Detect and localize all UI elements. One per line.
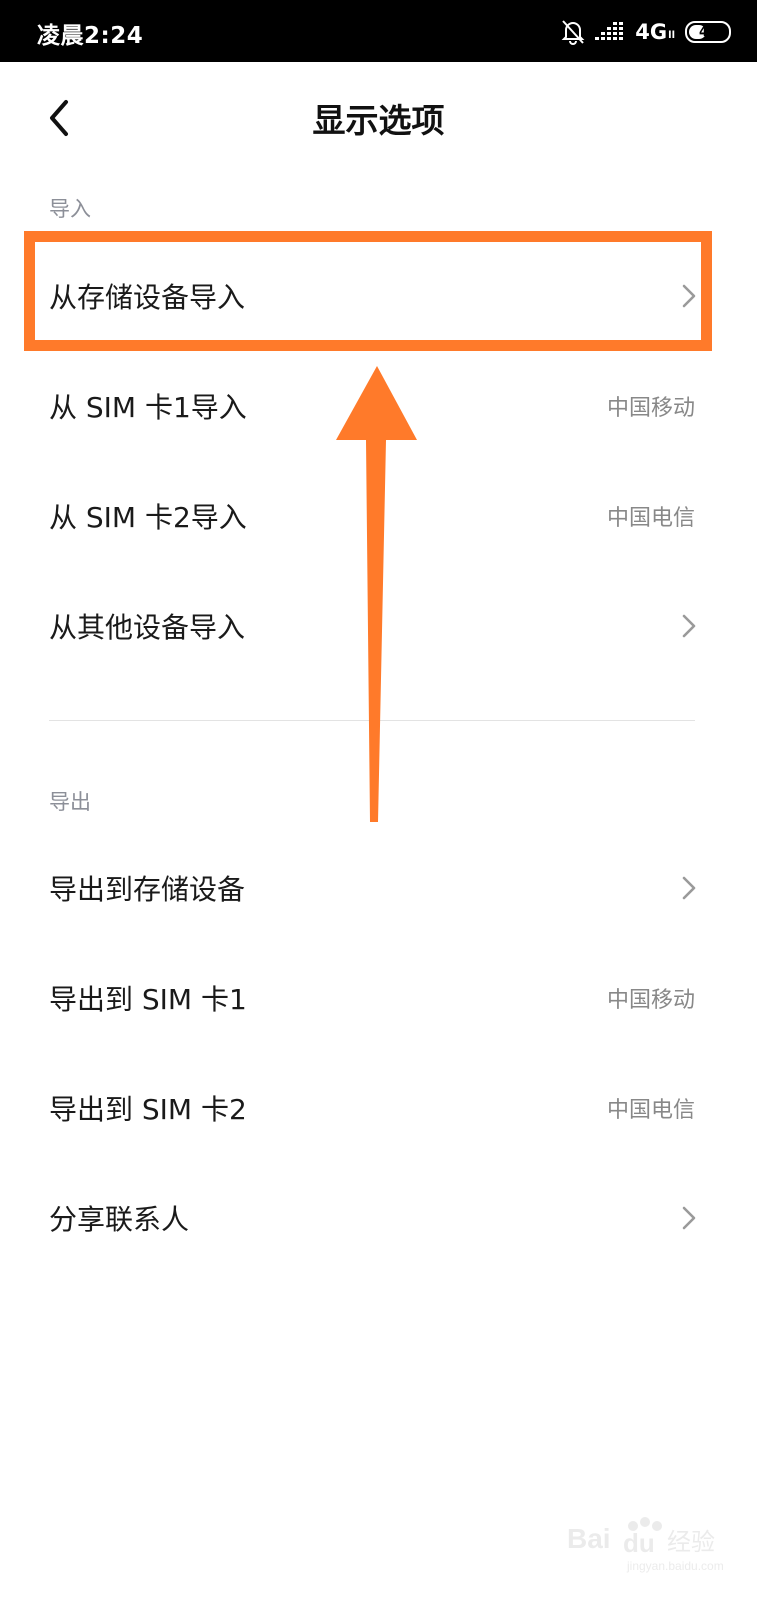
row-label: 导出到 SIM 卡1 [49, 983, 247, 1016]
section-label-export: 导出 [49, 790, 91, 814]
status-time: 凌晨2:24 [37, 23, 144, 49]
page-title: 显示选项 [312, 101, 445, 140]
battery-icon: 46 [685, 21, 731, 43]
status-bar: 凌晨2:24 4G ll 46 [0, 0, 757, 62]
row-label: 从 SIM 卡2导入 [49, 501, 247, 534]
mute-bell-icon [561, 20, 585, 45]
svg-text:Bai: Bai [567, 1523, 611, 1554]
battery-level: 46 [698, 24, 718, 40]
network-type: 4G ll [635, 20, 675, 44]
row-label: 导出到 SIM 卡2 [49, 1093, 247, 1126]
row-label: 从存储设备导入 [49, 281, 246, 314]
svg-text:经验: 经验 [667, 1528, 715, 1556]
share-contacts-item[interactable]: 分享联系人 [0, 1163, 757, 1273]
svg-text:du: du [623, 1528, 655, 1558]
export-to-sim1-item[interactable]: 导出到 SIM 卡1 中国移动 [0, 943, 757, 1053]
row-label: 从其他设备导入 [49, 611, 246, 644]
chevron-right-icon [682, 614, 696, 638]
carrier-name: 中国移动 [606, 988, 695, 1013]
chevron-right-icon [682, 284, 696, 308]
export-to-storage-item[interactable]: 导出到存储设备 [0, 833, 757, 943]
svg-text:jingyan.baidu.com: jingyan.baidu.com [626, 1559, 724, 1573]
status-icons: 4G ll 46 [561, 16, 731, 48]
row-label: 分享联系人 [49, 1203, 190, 1236]
import-from-other-device-item[interactable]: 从其他设备导入 [0, 571, 757, 681]
row-label: 从 SIM 卡1导入 [49, 391, 247, 424]
import-from-sim1-item[interactable]: 从 SIM 卡1导入 中国移动 [0, 351, 757, 461]
carrier-name: 中国移动 [606, 396, 695, 421]
chevron-right-icon [682, 1206, 696, 1230]
chevron-right-icon [682, 876, 696, 900]
section-label-import: 导入 [49, 197, 91, 221]
carrier-name: 中国电信 [606, 506, 695, 531]
baidu-jingyan-watermark: Bai du 经验 jingyan.baidu.com [567, 1517, 724, 1573]
import-from-storage-item[interactable]: 从存储设备导入 [0, 241, 757, 351]
import-from-sim2-item[interactable]: 从 SIM 卡2导入 中国电信 [0, 461, 757, 571]
section-divider [49, 720, 695, 721]
signal-icon [595, 22, 624, 40]
carrier-name: 中国电信 [606, 1098, 695, 1123]
row-label: 导出到存储设备 [49, 873, 246, 906]
export-to-sim2-item[interactable]: 导出到 SIM 卡2 中国电信 [0, 1053, 757, 1163]
header: 显示选项 [0, 62, 757, 172]
